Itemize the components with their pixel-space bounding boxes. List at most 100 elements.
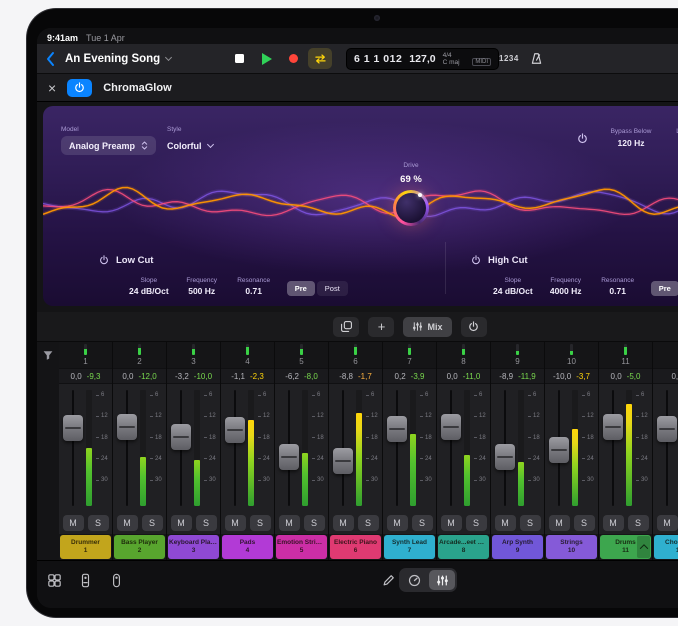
channel-header bbox=[653, 342, 678, 368]
faders-icon bbox=[436, 574, 449, 587]
track-label[interactable]: Arp Synth 9 bbox=[492, 535, 543, 559]
track-label[interactable]: Pads 4 bbox=[222, 535, 273, 559]
track-label[interactable]: Electric Piano 6 bbox=[330, 535, 381, 559]
song-title-menu[interactable]: An Evening Song bbox=[65, 53, 171, 65]
low-cut-power-button[interactable] bbox=[99, 253, 109, 268]
mute-button[interactable]: M bbox=[279, 515, 300, 531]
mute-button[interactable]: M bbox=[225, 515, 246, 531]
resonance-label: Resonance bbox=[599, 277, 637, 284]
mute-button[interactable]: M bbox=[441, 515, 462, 531]
mute-button[interactable]: M bbox=[549, 515, 570, 531]
solo-button[interactable]: S bbox=[304, 515, 325, 531]
metronome-button[interactable] bbox=[525, 48, 549, 69]
drive-knob[interactable] bbox=[393, 190, 429, 226]
mute-button[interactable]: M bbox=[495, 515, 516, 531]
channel-header: 10 bbox=[545, 342, 598, 368]
mute-solo-row: M S bbox=[221, 512, 274, 534]
solo-button[interactable]: S bbox=[520, 515, 541, 531]
record-button[interactable] bbox=[281, 48, 305, 69]
mixer-channel: 1 0,0 -9,3 612182430 M S Drummer 1 bbox=[59, 342, 113, 560]
edit-button[interactable] bbox=[377, 569, 399, 591]
post-button[interactable]: Post bbox=[317, 281, 348, 296]
pre-button[interactable]: Pre bbox=[651, 281, 678, 296]
track-label[interactable]: Arcade...eet Pad 8 bbox=[438, 535, 489, 559]
mute-button[interactable]: M bbox=[603, 515, 624, 531]
mute-button[interactable]: M bbox=[387, 515, 408, 531]
funnel-icon bbox=[42, 349, 54, 361]
fader-cap[interactable] bbox=[495, 444, 515, 470]
high-cut-power-button[interactable] bbox=[471, 253, 481, 268]
low-cut-resonance[interactable]: Resonance 0.71 bbox=[235, 277, 273, 296]
style-control[interactable]: Style Colorful bbox=[167, 126, 213, 156]
duplicate-button[interactable] bbox=[333, 317, 359, 337]
mute-button[interactable]: M bbox=[63, 515, 84, 531]
fader-cap[interactable] bbox=[441, 414, 461, 440]
fader-area: 612182430 bbox=[167, 384, 220, 512]
count-in-button[interactable]: 1234 bbox=[499, 48, 519, 69]
filter-button[interactable] bbox=[42, 349, 54, 364]
fader-cap[interactable] bbox=[225, 417, 245, 443]
stop-button[interactable] bbox=[227, 48, 251, 69]
fader-cap[interactable] bbox=[657, 416, 677, 442]
solo-button[interactable]: S bbox=[412, 515, 433, 531]
low-cut-slope[interactable]: Slope 24 dB/Oct bbox=[129, 277, 169, 296]
channel-mini-meter bbox=[192, 344, 195, 355]
low-cut-frequency[interactable]: Frequency 500 Hz bbox=[183, 277, 221, 296]
fader-cap[interactable] bbox=[603, 414, 623, 440]
solo-button[interactable]: S bbox=[196, 515, 217, 531]
close-button[interactable]: × bbox=[48, 81, 56, 95]
pre-button[interactable]: Pre bbox=[287, 281, 315, 296]
solo-button[interactable]: S bbox=[628, 515, 649, 531]
track-label[interactable]: Strings 10 bbox=[546, 535, 597, 559]
mute-button[interactable]: M bbox=[657, 515, 678, 531]
fader-cap[interactable] bbox=[171, 424, 191, 450]
level-control[interactable]: Level 0.0 bbox=[661, 128, 678, 148]
model-select[interactable]: Analog Preamp bbox=[61, 136, 156, 155]
solo-button[interactable]: S bbox=[358, 515, 379, 531]
automation-view-button[interactable] bbox=[401, 570, 427, 590]
chevron-up-icon[interactable] bbox=[637, 536, 650, 558]
track-label[interactable]: Bass Player 2 bbox=[114, 535, 165, 559]
solo-button[interactable]: S bbox=[250, 515, 271, 531]
track-label[interactable]: Synth Lead 7 bbox=[384, 535, 435, 559]
high-cut-slope[interactable]: Slope 24 dB/Oct bbox=[493, 277, 533, 296]
bypass-power-button[interactable] bbox=[577, 132, 588, 147]
play-button[interactable] bbox=[254, 48, 278, 69]
fader-cap[interactable] bbox=[387, 416, 407, 442]
mixer-view-button[interactable] bbox=[429, 570, 455, 590]
style-select[interactable]: Colorful bbox=[167, 136, 213, 156]
track-label[interactable]: Keyboard Player 3 bbox=[168, 535, 219, 559]
drive-control[interactable]: Drive 69 % bbox=[373, 162, 449, 226]
mix-button[interactable]: Mix bbox=[403, 317, 451, 337]
channel-number: 6 bbox=[353, 355, 357, 367]
track-label[interactable]: Emotion Strings 5 bbox=[276, 535, 327, 559]
controller-button[interactable] bbox=[105, 569, 127, 591]
high-cut-resonance[interactable]: Resonance 0.71 bbox=[599, 277, 637, 296]
back-button[interactable] bbox=[45, 49, 61, 69]
track-label[interactable]: Drummer 1 bbox=[60, 535, 111, 559]
fader-cap[interactable] bbox=[549, 437, 569, 463]
solo-button[interactable]: S bbox=[574, 515, 595, 531]
fader-cap[interactable] bbox=[63, 415, 83, 441]
browsers-button[interactable] bbox=[43, 569, 65, 591]
lcd-display[interactable]: 6 1 1 012 127,0 4/4 C maj MIDI bbox=[346, 48, 499, 70]
add-track-button[interactable]: + bbox=[368, 317, 394, 337]
mute-button[interactable]: M bbox=[333, 515, 354, 531]
mute-button[interactable]: M bbox=[117, 515, 138, 531]
plugin-power-button[interactable] bbox=[67, 79, 92, 97]
fader-cap[interactable] bbox=[333, 448, 353, 474]
mute-button[interactable]: M bbox=[171, 515, 192, 531]
cycle-button[interactable] bbox=[308, 48, 332, 69]
track-label[interactable]: Drums 11 bbox=[600, 535, 651, 559]
track-name: Bass Player bbox=[121, 539, 158, 547]
high-cut-frequency[interactable]: Frequency 4000 Hz bbox=[547, 277, 585, 296]
bypass-below-control[interactable]: Bypass Below 120 Hz bbox=[599, 128, 663, 148]
channel-strip-button[interactable] bbox=[74, 569, 96, 591]
fader-cap[interactable] bbox=[117, 414, 137, 440]
model-control[interactable]: Model Analog Preamp bbox=[61, 126, 156, 155]
track-label[interactable]: Chorus V 12 bbox=[654, 535, 678, 559]
solo-button[interactable]: S bbox=[88, 515, 109, 531]
fader-cap[interactable] bbox=[279, 444, 299, 470]
solo-button[interactable]: S bbox=[142, 515, 163, 531]
solo-button[interactable]: S bbox=[466, 515, 487, 531]
